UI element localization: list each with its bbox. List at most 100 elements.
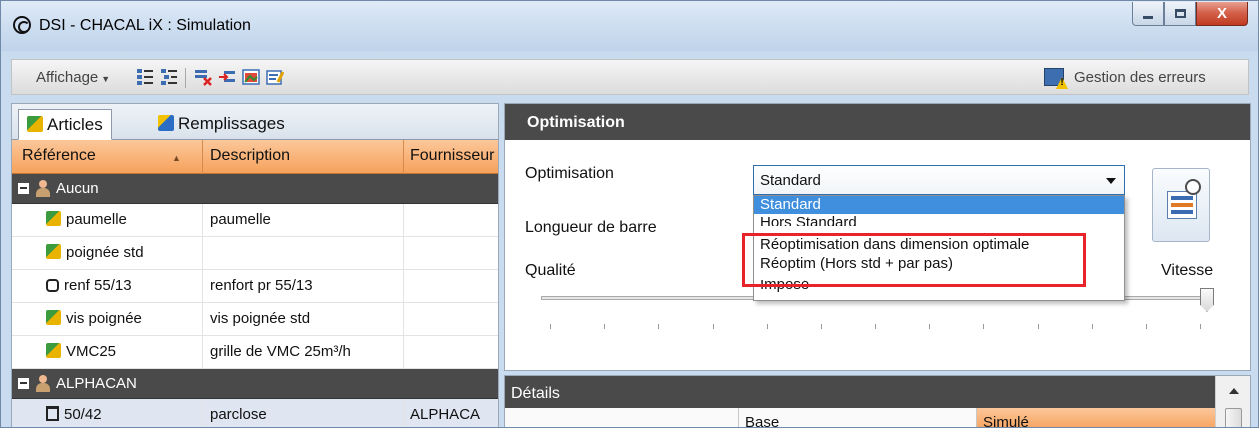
option-hors-standard[interactable]: Hors Standard — [754, 214, 1124, 226]
close-button[interactable]: X — [1196, 2, 1248, 26]
slider-tick — [766, 324, 768, 329]
column-line — [202, 204, 203, 236]
minimize-button[interactable] — [1132, 2, 1164, 26]
column-line — [202, 336, 203, 368]
column-line — [403, 336, 404, 368]
table-row[interactable]: poignée std — [12, 237, 498, 270]
speed-label: Vitesse — [1161, 262, 1214, 279]
affichage-label: Affichage — [36, 69, 99, 86]
tab-articles[interactable]: Articles — [18, 109, 112, 140]
error-manager-button[interactable]: Gestion des erreurs — [1074, 69, 1206, 86]
slider-tick — [604, 324, 606, 329]
error-manager-icon[interactable] — [1044, 68, 1064, 86]
articles-grid: Référence ▲ Description Fournisseur Aucu… — [12, 140, 498, 427]
column-divider[interactable] — [403, 140, 404, 174]
affichage-menu[interactable]: Affichage ▼ — [36, 69, 110, 86]
reference-text: poignée std — [66, 244, 144, 261]
column-header-fournisseur[interactable]: Fournisseur — [410, 147, 498, 165]
image-export-icon[interactable] — [242, 68, 260, 86]
optimisation-select[interactable]: Standard — [753, 165, 1125, 195]
optimisation-header: Optimisation — [505, 104, 1250, 140]
article-icon — [46, 343, 61, 358]
slider-tick — [875, 324, 876, 329]
close-icon: X — [1216, 5, 1227, 22]
fill-icon — [158, 115, 174, 131]
reference-cell: vis poignée — [46, 310, 142, 327]
column-line — [403, 204, 404, 236]
group-row-alphacan[interactable]: ALPHACAN — [12, 369, 498, 399]
clock-icon — [1185, 179, 1201, 195]
reference-text: VMC25 — [66, 343, 117, 360]
quality-label: Qualité — [525, 262, 576, 279]
red-highlight-annotation — [742, 233, 1086, 287]
toolbar: Affichage▼ Gestion des erreurs — [11, 59, 1249, 95]
table-row[interactable]: paumelle paumelle — [12, 204, 498, 237]
slider-tick — [929, 324, 931, 329]
slider-thumb[interactable] — [1200, 288, 1214, 312]
description-cell: grille de VMC 25m³/h — [210, 343, 351, 360]
slider-tick — [820, 324, 822, 329]
slider-tick — [983, 324, 985, 329]
supplier-cell: ALPHACA — [410, 406, 481, 423]
column-divider[interactable] — [202, 140, 203, 174]
reference-text: paumelle — [66, 211, 127, 228]
glazing-bead-icon — [46, 406, 59, 421]
column-line — [403, 303, 404, 335]
group-row-aucun[interactable]: Aucun — [12, 174, 498, 204]
option-standard[interactable]: Standard — [754, 196, 1124, 214]
description-cell: renfort pr 55/13 — [210, 277, 313, 294]
column-line — [202, 270, 203, 302]
slider-tick — [658, 324, 660, 329]
grid-header: Référence ▲ Description Fournisseur — [12, 140, 498, 174]
scroll-up-icon[interactable] — [1229, 388, 1239, 394]
delete-rows-icon[interactable] — [194, 68, 212, 86]
edit-form-icon[interactable] — [266, 68, 284, 86]
chevron-down-icon[interactable] — [1106, 178, 1116, 184]
slider-tick — [550, 324, 551, 329]
description-cell: parclose — [210, 406, 267, 423]
insert-row-icon[interactable] — [218, 68, 236, 86]
reference-cell: paumelle — [46, 211, 127, 228]
user-icon — [36, 180, 50, 197]
articles-panel: Articles Remplissages Référence ▲ Descri… — [11, 103, 499, 427]
slider-tick — [712, 324, 714, 329]
user-icon — [36, 375, 50, 392]
expand-all-icon[interactable] — [136, 68, 154, 86]
collapse-icon[interactable] — [18, 183, 29, 194]
reference-cell: VMC25 — [46, 343, 116, 360]
optimisation-panel: Optimisation Optimisation Longueur de ba… — [504, 103, 1251, 371]
table-row[interactable]: 50/42 parclose ALPHACA — [12, 399, 498, 427]
reference-cell: poignée std — [46, 244, 144, 261]
table-row[interactable]: VMC25 grille de VMC 25m³/h — [12, 336, 498, 369]
slider-tick — [1037, 324, 1039, 329]
column-header-description[interactable]: Description — [210, 147, 290, 165]
optimisation-label: Optimisation — [525, 165, 614, 182]
column-line — [202, 303, 203, 335]
column-line — [403, 237, 404, 269]
column-header-reference[interactable]: Référence — [22, 147, 96, 165]
reference-cell: 50/42 — [46, 406, 102, 423]
table-row[interactable]: vis poignée vis poignée std — [12, 303, 498, 336]
details-scrollbar[interactable] — [1215, 376, 1250, 427]
details-column-base[interactable]: Base — [739, 408, 977, 427]
collapse-all-icon[interactable] — [160, 68, 178, 86]
group-name: Aucun — [56, 180, 99, 197]
reference-text: renf 55/13 — [64, 277, 132, 294]
table-row[interactable]: renf 55/13 renfort pr 55/13 — [12, 270, 498, 303]
window-title: DSI - CHACAL iX : Simulation — [39, 17, 251, 34]
collapse-icon[interactable] — [18, 378, 29, 389]
bar-length-label: Longueur de barre — [525, 219, 657, 236]
tab-remplissages[interactable]: Remplissages — [150, 109, 293, 140]
scrollbar-thumb[interactable] — [1225, 408, 1242, 427]
details-column-label — [505, 408, 739, 427]
run-simulation-button[interactable] — [1152, 168, 1210, 242]
details-column-simule[interactable]: Simulé — [977, 408, 1215, 427]
toolbar-separator — [185, 68, 186, 88]
title-bar[interactable]: DSI - CHACAL iX : Simulation X — [1, 1, 1258, 51]
tab-articles-label: Articles — [47, 115, 103, 134]
app-window: DSI - CHACAL iX : Simulation X Affichage… — [0, 0, 1259, 428]
maximize-button[interactable] — [1164, 2, 1196, 26]
slider-tick — [1200, 324, 1201, 329]
article-icon — [46, 211, 61, 226]
column-line — [202, 237, 203, 269]
